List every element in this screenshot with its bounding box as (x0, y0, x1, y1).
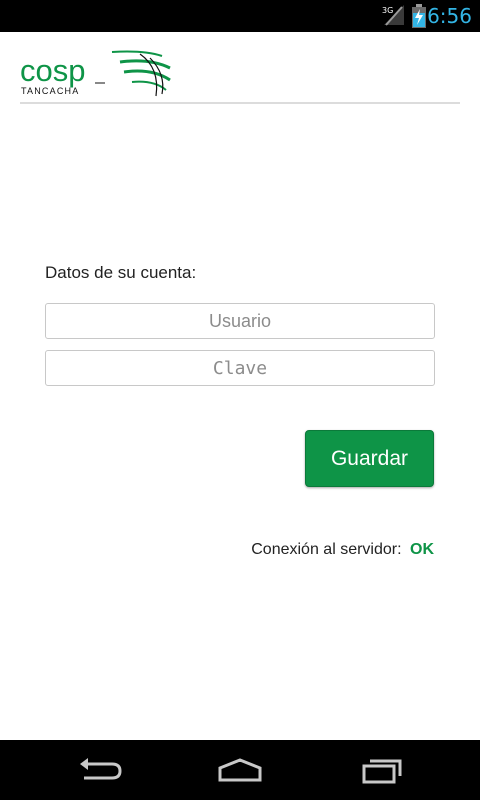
battery-charging-icon (412, 4, 426, 28)
network-type-label: 3G (382, 6, 393, 15)
header-divider (20, 102, 460, 104)
account-section-label: Datos de su cuenta: (45, 263, 197, 282)
status-time: 6:56 (427, 4, 472, 28)
connection-label: Conexión al servidor: (251, 541, 402, 558)
signal-3g-icon: 3G (382, 5, 404, 26)
connection-status: Conexión al servidor: OK (251, 541, 434, 559)
cosp-logo: cosp TANCACHA (20, 50, 171, 97)
logo-subtext: TANCACHA (21, 86, 79, 96)
connection-value: OK (410, 541, 434, 558)
username-input[interactable] (45, 303, 435, 339)
save-button[interactable]: Guardar (305, 430, 434, 487)
recents-icon[interactable] (352, 752, 412, 788)
logo-text: cosp (20, 53, 85, 88)
password-input[interactable] (45, 350, 435, 386)
home-icon[interactable] (210, 752, 270, 788)
navigation-bar (0, 740, 480, 800)
back-icon[interactable] (70, 752, 130, 788)
status-bar: 3G 6:56 (0, 0, 480, 32)
